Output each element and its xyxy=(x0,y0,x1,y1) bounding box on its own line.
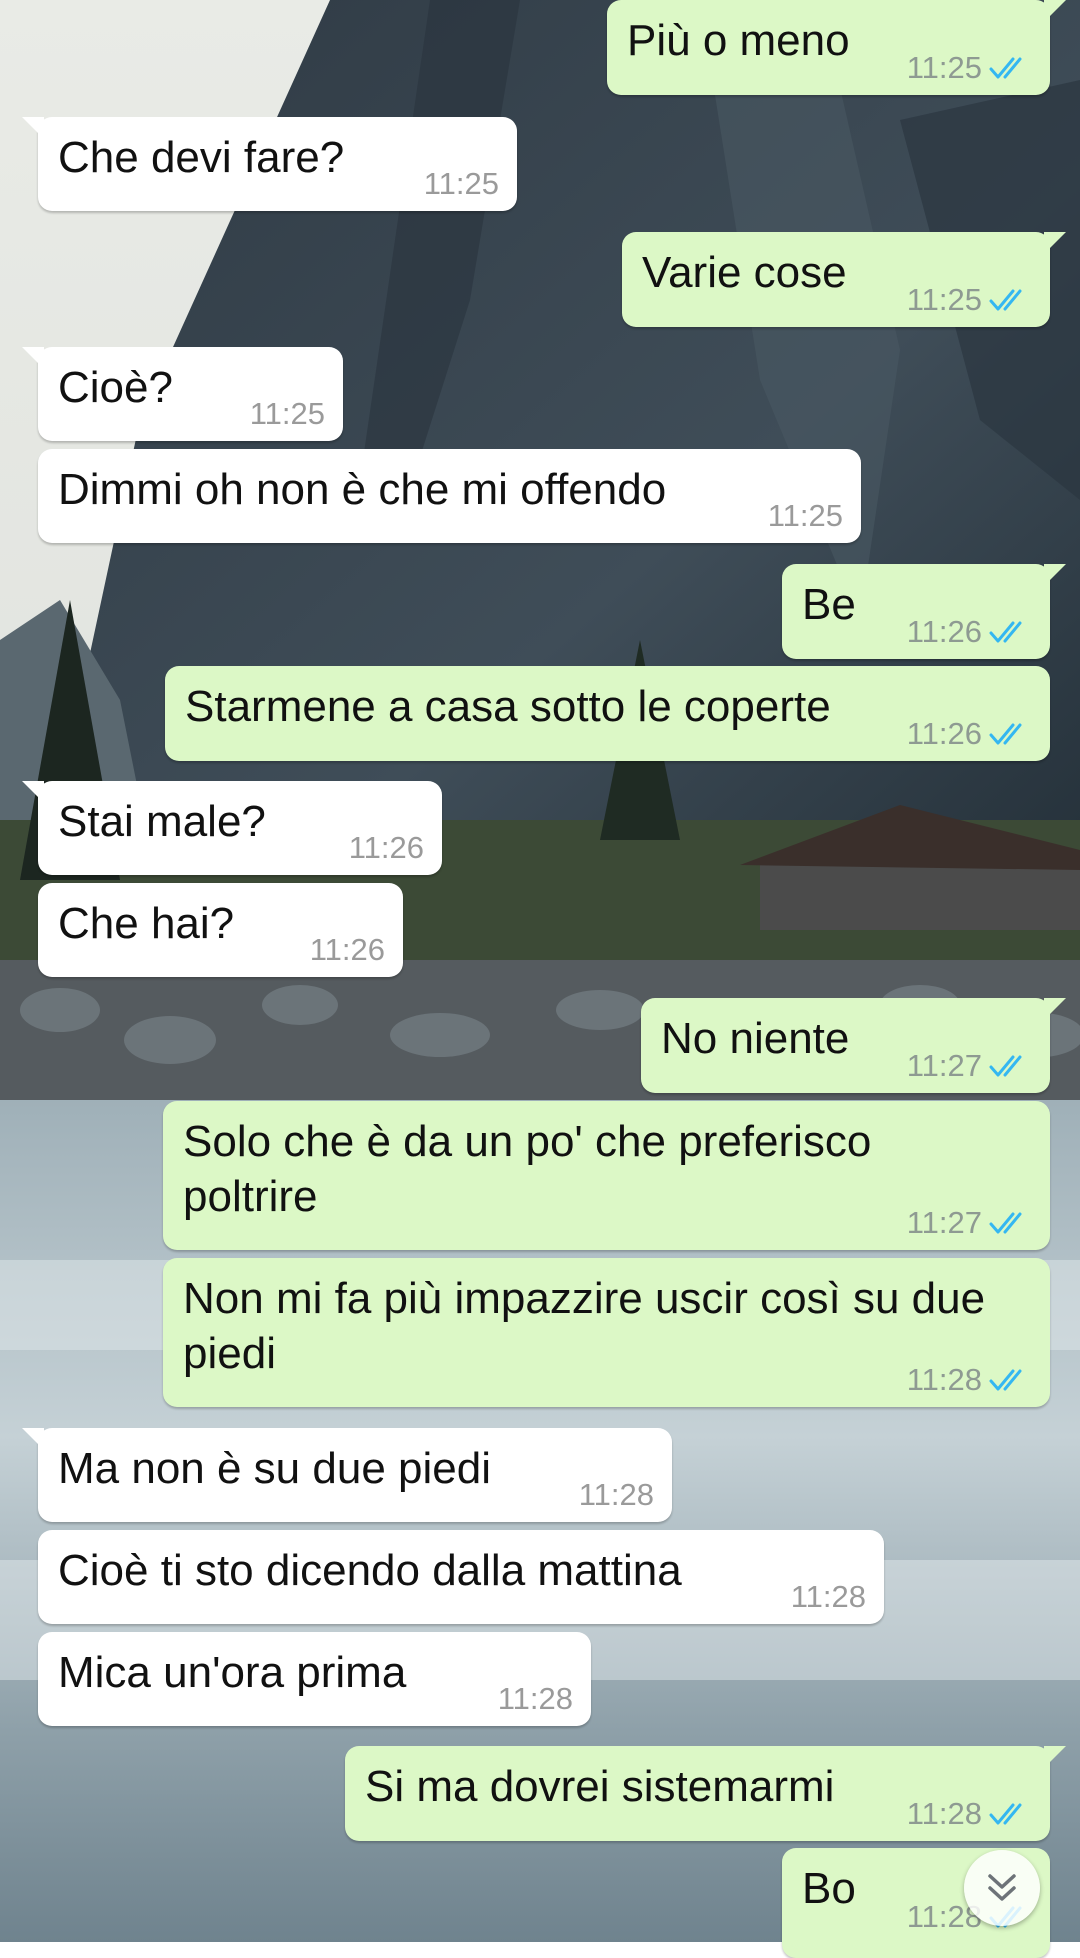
message-time: 11:28 xyxy=(578,1477,654,1512)
message-meta: 11:26 xyxy=(349,831,424,865)
message-bubble-outgoing[interactable]: Be 11:26 xyxy=(782,564,1066,659)
message-bubble-outgoing[interactable]: Non mi fa più impazzire uscir così su du… xyxy=(163,1258,1050,1407)
message-text: Si ma dovrei sistemarmi xyxy=(365,1762,835,1811)
message-meta: 11:28 xyxy=(907,1363,1032,1397)
message-meta: 11:26 xyxy=(907,615,1032,649)
message-time: 11:27 xyxy=(906,1048,982,1083)
message-text: Ma non è su due piedi xyxy=(58,1444,491,1493)
message-meta: 11:28 xyxy=(498,1682,573,1716)
message-text: Cioè? xyxy=(58,363,173,412)
message-text: Mica un'ora prima xyxy=(58,1648,407,1697)
message-time: 11:26 xyxy=(906,716,982,751)
message-meta: 11:25 xyxy=(768,499,843,533)
double-check-icon xyxy=(989,1803,1022,1825)
message-time: 11:28 xyxy=(497,1681,573,1716)
message-text: Più o meno xyxy=(627,16,850,65)
double-check-icon xyxy=(989,1369,1022,1391)
message-bubble-incoming[interactable]: Ma non è su due piedi 11:28 xyxy=(22,1428,672,1522)
message-meta: 11:28 xyxy=(907,1797,1032,1831)
double-check-icon xyxy=(989,1055,1022,1077)
message-bubble-incoming[interactable]: Dimmi oh non è che mi offendo 11:25 xyxy=(38,449,861,543)
message-bubble-incoming[interactable]: Cioè? 11:25 xyxy=(22,347,343,441)
double-check-icon xyxy=(989,621,1022,643)
message-time: 11:26 xyxy=(348,830,424,865)
message-time: 11:25 xyxy=(906,50,982,85)
message-time: 11:28 xyxy=(906,1362,982,1397)
message-meta: 11:25 xyxy=(250,397,325,431)
message-time: 11:26 xyxy=(309,932,385,967)
message-time: 11:26 xyxy=(906,614,982,649)
message-text: Be xyxy=(802,580,856,629)
message-bubble-incoming[interactable]: Che devi fare? 11:25 xyxy=(22,117,517,211)
message-time: 11:28 xyxy=(906,1796,982,1831)
message-meta: 11:25 xyxy=(424,167,499,201)
message-bubble-outgoing[interactable]: Varie cose 11:25 xyxy=(622,232,1066,327)
message-text: Starmene a casa sotto le coperte xyxy=(185,682,831,731)
message-text: Solo che è da un po' che preferisco polt… xyxy=(183,1117,872,1221)
message-time: 11:25 xyxy=(423,166,499,201)
message-text: Non mi fa più impazzire uscir così su du… xyxy=(183,1274,986,1378)
message-meta: 11:25 xyxy=(907,283,1032,317)
message-bubble-outgoing[interactable]: Solo che è da un po' che preferisco polt… xyxy=(163,1101,1050,1250)
message-text: Che devi fare? xyxy=(58,133,345,182)
message-text: No niente xyxy=(661,1014,850,1063)
message-bubble-outgoing[interactable]: Starmene a casa sotto le coperte 11:26 xyxy=(165,666,1050,761)
message-meta: 11:28 xyxy=(579,1478,654,1512)
message-bubble-incoming[interactable]: Cioè ti sto dicendo dalla mattina 11:28 xyxy=(38,1530,884,1624)
message-bubble-outgoing[interactable]: Si ma dovrei sistemarmi 11:28 xyxy=(345,1746,1066,1841)
message-time: 11:25 xyxy=(249,396,325,431)
message-list[interactable]: Più o meno 11:25 Che devi fare? 11:25 Va… xyxy=(0,0,1080,1958)
message-meta: 11:25 xyxy=(907,51,1032,85)
message-text: Bo xyxy=(802,1864,856,1913)
message-text: Varie cose xyxy=(642,248,847,297)
message-bubble-incoming[interactable]: Mica un'ora prima 11:28 xyxy=(38,1632,591,1726)
message-bubble-outgoing[interactable]: No niente 11:27 xyxy=(641,998,1066,1093)
message-bubble-incoming[interactable]: Che hai? 11:26 xyxy=(38,883,403,977)
double-check-icon xyxy=(989,289,1022,311)
double-check-icon xyxy=(989,723,1022,745)
double-check-icon xyxy=(989,57,1022,79)
message-meta: 11:26 xyxy=(310,933,385,967)
message-meta: 11:28 xyxy=(791,1580,866,1614)
scroll-to-bottom-button[interactable] xyxy=(964,1850,1040,1926)
message-text: Cioè ti sto dicendo dalla mattina xyxy=(58,1546,682,1595)
message-text: Che hai? xyxy=(58,899,235,948)
message-meta: 11:26 xyxy=(907,717,1032,751)
message-bubble-outgoing[interactable]: Più o meno 11:25 xyxy=(607,0,1066,95)
message-meta: 11:27 xyxy=(907,1206,1032,1240)
double-check-icon xyxy=(989,1212,1022,1234)
message-time: 11:25 xyxy=(906,282,982,317)
double-chevron-down-icon xyxy=(988,1874,1016,1901)
message-text: Stai male? xyxy=(58,797,266,846)
message-text: Dimmi oh non è che mi offendo xyxy=(58,465,667,514)
message-time: 11:28 xyxy=(790,1579,866,1614)
message-time: 11:27 xyxy=(906,1205,982,1240)
message-bubble-incoming[interactable]: Stai male? 11:26 xyxy=(22,781,442,875)
message-time: 11:25 xyxy=(767,498,843,533)
message-meta: 11:27 xyxy=(907,1049,1032,1083)
